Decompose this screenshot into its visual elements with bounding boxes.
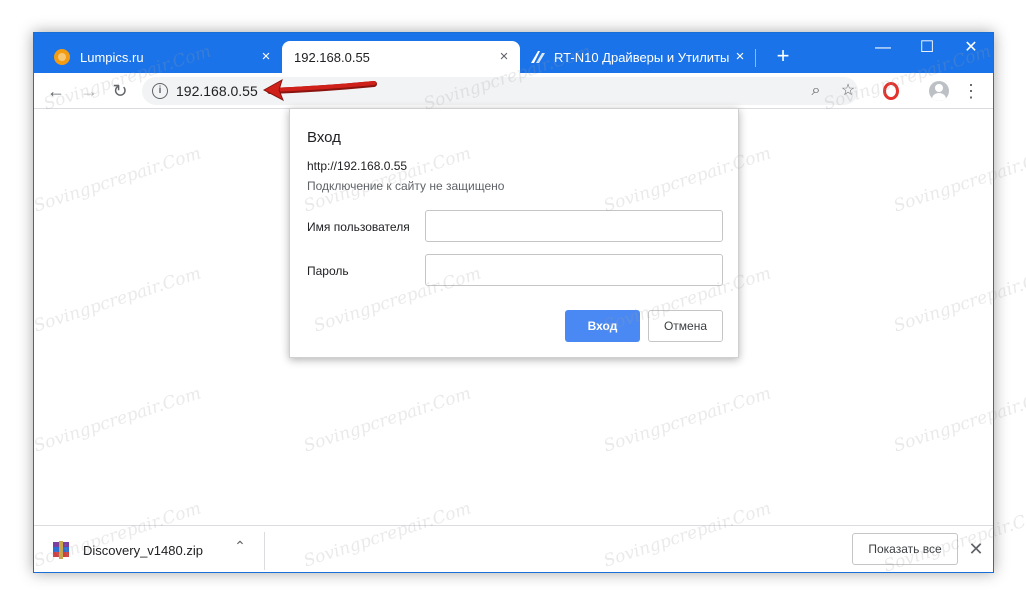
browser-window: Lumpics.ru × 192.168.0.55 × RT-N10 Драйв… (33, 32, 994, 573)
lumpics-orange-icon (54, 49, 70, 65)
tab-label: RT-N10 Драйверы и Утилиты | С (554, 49, 734, 65)
dialog-title: Вход (307, 129, 341, 146)
login-button[interactable]: Вход (565, 310, 640, 342)
menu-kebab-icon[interactable]: ⋮ (961, 81, 981, 101)
cancel-button[interactable]: Отмена (648, 310, 723, 342)
username-label: Имя пользователя (307, 220, 410, 234)
zoom-icon[interactable]: ⌕ (806, 81, 826, 101)
back-button[interactable]: ← (44, 79, 68, 103)
show-all-button[interactable]: Показать все (852, 533, 958, 565)
red-arrow-annotation (262, 78, 377, 102)
divider (264, 532, 265, 570)
star-bookmark-icon[interactable]: ☆ (838, 81, 858, 101)
url-text[interactable]: 192.168.0.55 (176, 83, 258, 99)
password-input[interactable] (425, 254, 723, 286)
opera-extension-icon[interactable] (881, 81, 901, 101)
tab-close-icon[interactable]: × (496, 49, 512, 65)
dialog-insecure-warning: Подключение к сайту не защищено (307, 179, 505, 193)
tab-separator (755, 49, 756, 67)
password-label: Пароль (307, 264, 349, 278)
profile-avatar-icon[interactable] (929, 81, 949, 101)
minimize-button[interactable]: — (872, 37, 894, 59)
address-bar[interactable]: i 192.168.0.55 ⌕ ☆ (142, 77, 858, 105)
info-icon[interactable]: i (152, 83, 168, 99)
asus-logo-icon (531, 51, 545, 63)
close-downloads-icon[interactable]: ✕ (966, 537, 986, 561)
chevron-up-icon[interactable]: ⌃ (232, 538, 248, 558)
dialog-site-url: http://192.168.0.55 (307, 159, 408, 173)
browser-toolbar: ← → ↻ i 192.168.0.55 ⌕ ☆ ⋮ (34, 73, 993, 109)
forward-button[interactable]: → (77, 79, 101, 103)
tab-label: 192.168.0.55 (294, 49, 370, 65)
sign-in-dialog: Вход http://192.168.0.55 Подключение к с… (289, 108, 739, 358)
tab-close-icon[interactable]: × (732, 49, 748, 65)
tab-lumpics[interactable]: Lumpics.ru × (42, 41, 282, 73)
winrar-archive-icon (53, 541, 69, 559)
tab-strip: Lumpics.ru × 192.168.0.55 × RT-N10 Драйв… (34, 33, 993, 73)
username-input[interactable] (425, 210, 723, 242)
maximize-button[interactable]: ☐ (916, 37, 938, 59)
tab-label: Lumpics.ru (80, 49, 144, 65)
close-window-button[interactable]: ✕ (960, 37, 982, 59)
reload-button[interactable]: ↻ (108, 79, 132, 103)
new-tab-button[interactable]: + (772, 45, 794, 68)
tab-close-icon[interactable]: × (258, 49, 274, 65)
tab-active-192-168-0-55[interactable]: 192.168.0.55 × (282, 41, 520, 73)
downloads-bar: Discovery_v1480.zip ⌃ Показать все ✕ (34, 525, 993, 572)
download-file-name[interactable]: Discovery_v1480.zip (83, 543, 203, 558)
tab-rt-n10[interactable]: RT-N10 Драйверы и Утилиты | С × (520, 41, 756, 73)
